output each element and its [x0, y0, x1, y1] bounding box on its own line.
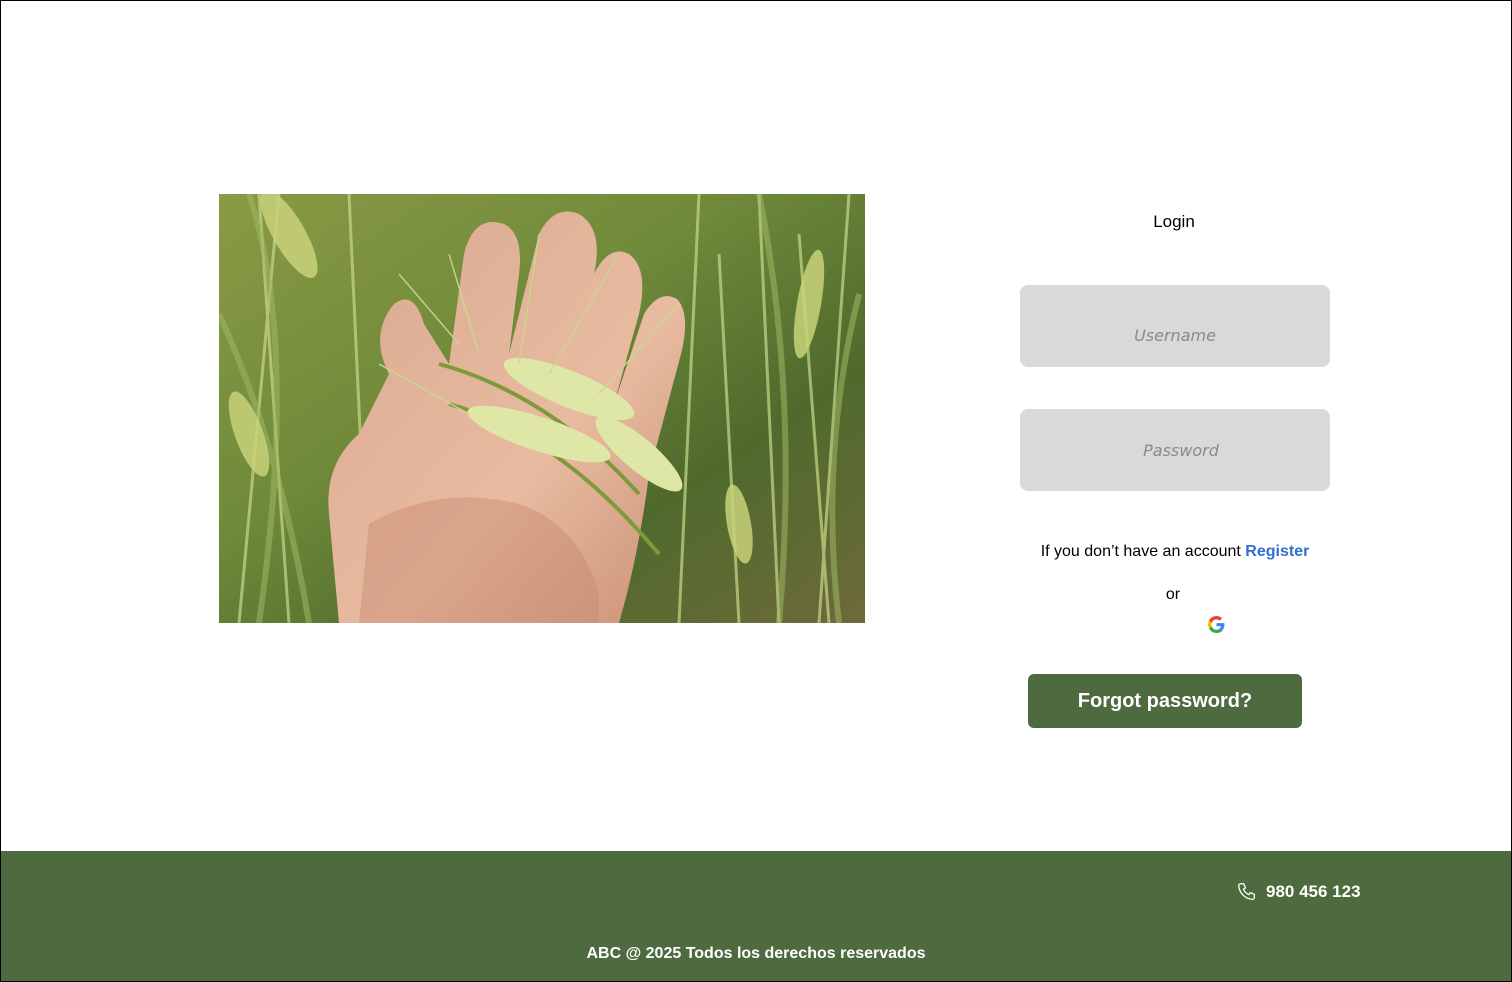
- password-field[interactable]: [1020, 409, 1330, 491]
- phone-icon: [1236, 881, 1258, 903]
- username-field[interactable]: [1020, 285, 1330, 367]
- google-icon[interactable]: [1208, 616, 1225, 633]
- login-title: Login: [1153, 212, 1195, 231]
- register-link[interactable]: Register: [1245, 543, 1309, 560]
- register-prompt-text: If you don’t have an account: [1040, 543, 1241, 560]
- hero-image: [219, 194, 865, 623]
- or-divider-text: or: [1165, 586, 1181, 603]
- wheat-hand-illustration: [219, 194, 865, 623]
- footer-phone[interactable]: 980 456 123: [1236, 881, 1361, 903]
- forgot-password-button[interactable]: Forgot password?: [1028, 674, 1302, 728]
- phone-number: 980 456 123: [1266, 882, 1361, 901]
- register-prompt-line: If you don’t have an account Register: [1020, 543, 1330, 561]
- footer: 980 456 123 ABC @ 2025 Todos los derecho…: [0, 851, 1512, 982]
- copyright-text: ABC @ 2025 Todos los derechos reservados: [586, 945, 926, 962]
